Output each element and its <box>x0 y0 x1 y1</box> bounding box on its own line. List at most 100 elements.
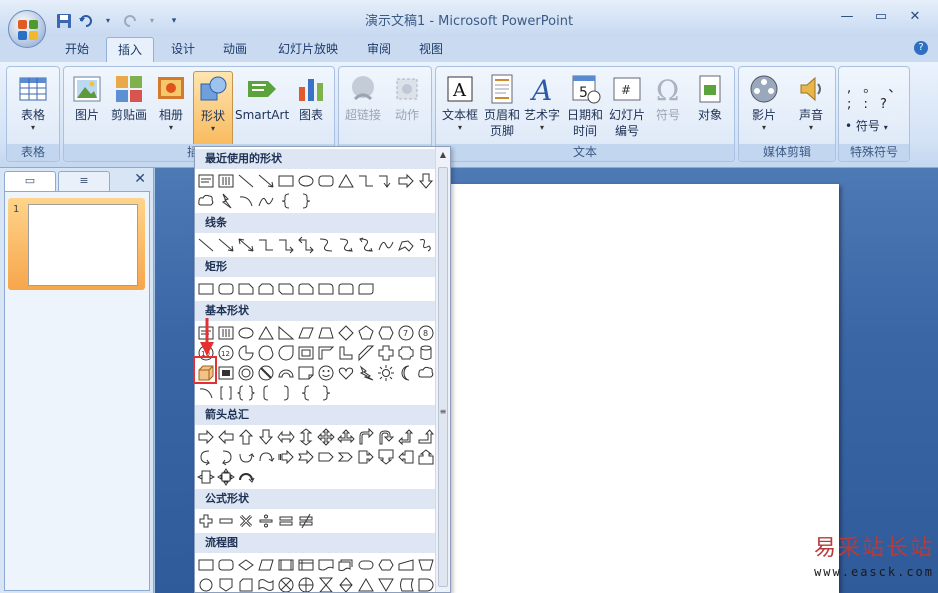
curved-connector-shape-icon[interactable] <box>317 236 335 254</box>
symbol-row-1[interactable]: , 。 、 <box>847 77 905 96</box>
flowchart-card-shape-icon[interactable] <box>237 576 255 593</box>
flowchart-multidocument-shape-icon[interactable] <box>337 556 355 574</box>
left-brace-shape-icon[interactable] <box>277 192 295 210</box>
chart-button[interactable]: 图表 <box>292 71 330 145</box>
right-arrow-shape-icon[interactable] <box>397 172 415 190</box>
scribble-shape-icon[interactable] <box>417 236 435 254</box>
folded-corner-shape-icon[interactable] <box>297 364 315 382</box>
left-arrow-callout-shape-icon[interactable] <box>397 448 415 466</box>
up-arrow-callout-shape-icon[interactable] <box>417 448 435 466</box>
minus-shape-icon[interactable] <box>217 512 235 530</box>
flowchart-connector-shape-icon[interactable] <box>197 576 215 593</box>
snip-corner-rectangle-shape-icon[interactable] <box>237 280 255 298</box>
plaque-shape-icon[interactable] <box>397 344 415 362</box>
flowchart-decision-shape-icon[interactable] <box>237 556 255 574</box>
left-up-arrow-shape-icon[interactable] <box>397 428 415 446</box>
double-bracket-shape-icon[interactable] <box>217 384 235 402</box>
double-arrow-line-shape-icon[interactable] <box>237 236 255 254</box>
vertical-text-box-shape-icon[interactable] <box>217 172 235 190</box>
curved-down-arrow-shape-icon[interactable] <box>257 448 275 466</box>
right-brace-shape-icon[interactable] <box>297 192 315 210</box>
lightning-bolt-shape-icon[interactable] <box>357 364 375 382</box>
line-shape-icon[interactable] <box>237 172 255 190</box>
picture-button[interactable]: 图片 <box>68 71 106 145</box>
quad-arrow-shape-icon[interactable] <box>317 428 335 446</box>
tab-animation[interactable]: 动画 <box>212 37 258 62</box>
flowchart-or-shape-icon[interactable] <box>297 576 315 593</box>
triangle-shape-icon[interactable] <box>337 172 355 190</box>
block-arc-shape-icon[interactable] <box>277 364 295 382</box>
pentagon-arrow-shape-icon[interactable] <box>317 448 335 466</box>
oval-shape-icon[interactable] <box>237 324 255 342</box>
slide-number-button[interactable]: # 幻灯片 编号 <box>606 71 648 145</box>
curved-double-arrow-connector-shape-icon[interactable] <box>357 236 375 254</box>
tab-home[interactable]: 开始 <box>54 37 100 62</box>
flowchart-predefined-process-shape-icon[interactable] <box>277 556 295 574</box>
freeform-shape-icon[interactable] <box>397 236 415 254</box>
round-same-side-rectangle-shape-icon[interactable] <box>337 280 355 298</box>
heptagon-shape-icon[interactable]: 7 <box>397 324 415 342</box>
frame-shape-icon[interactable] <box>297 344 315 362</box>
flowchart-terminator-shape-icon[interactable] <box>357 556 375 574</box>
flowchart-manual-input-shape-icon[interactable] <box>397 556 415 574</box>
textbox-button[interactable]: A 文本框 ▾ <box>438 71 482 145</box>
arc-shape-icon[interactable] <box>237 192 255 210</box>
striped-right-arrow-shape-icon[interactable] <box>277 448 295 466</box>
action-button[interactable]: 动作 <box>387 71 427 145</box>
round-single-corner-rectangle-shape-icon[interactable] <box>317 280 335 298</box>
flowchart-manual-operation-shape-icon[interactable] <box>417 556 435 574</box>
left-right-arrow-callout-shape-icon[interactable] <box>197 468 215 486</box>
line-shape-icon[interactable] <box>197 236 215 254</box>
moon-shape-icon[interactable] <box>397 364 415 382</box>
elbow-arrow-connector-shape-icon[interactable] <box>277 236 295 254</box>
tab-view[interactable]: 视图 <box>408 37 454 62</box>
rectangle-shape-icon[interactable] <box>197 280 215 298</box>
slide-canvas[interactable] <box>449 184 839 593</box>
shapes-scrollbar[interactable]: ▲ ≡ <box>435 147 450 592</box>
pentagon-shape-icon[interactable] <box>357 324 375 342</box>
slide-thumbnail-selected[interactable]: 1 <box>8 198 145 290</box>
tab-design[interactable]: 设计 <box>160 37 206 62</box>
flowchart-extract-shape-icon[interactable] <box>357 576 375 593</box>
bevel-shape-icon[interactable] <box>217 364 235 382</box>
arrow-line-shape-icon[interactable] <box>217 236 235 254</box>
smiley-face-shape-icon[interactable] <box>317 364 335 382</box>
snip-round-rectangle-shape-icon[interactable] <box>297 280 315 298</box>
quad-arrow-callout-shape-icon[interactable] <box>217 468 235 486</box>
curved-up-arrow-shape-icon[interactable] <box>237 448 255 466</box>
left-arrow-shape-icon[interactable] <box>217 428 235 446</box>
flowchart-process-shape-icon[interactable] <box>197 556 215 574</box>
lightning-shape-icon[interactable] <box>217 192 235 210</box>
curved-arrow-connector-shape-icon[interactable] <box>337 236 355 254</box>
flowchart-preparation-shape-icon[interactable] <box>377 556 395 574</box>
sun-shape-icon[interactable] <box>377 364 395 382</box>
rounded-rectangle-shape-icon[interactable] <box>217 280 235 298</box>
sound-button[interactable]: 声音 ▾ <box>789 71 833 145</box>
flowchart-merge-shape-icon[interactable] <box>377 576 395 593</box>
l-shape-icon[interactable] <box>337 344 355 362</box>
arrow-line-shape-icon[interactable] <box>257 172 275 190</box>
down-arrow-shape-icon[interactable] <box>257 428 275 446</box>
plus-shape-icon[interactable] <box>197 512 215 530</box>
elbow-arrow-connector-shape-icon[interactable] <box>377 172 395 190</box>
multiply-shape-icon[interactable] <box>237 512 255 530</box>
elbow-connector-shape-icon[interactable] <box>257 236 275 254</box>
flowchart-sort-shape-icon[interactable] <box>337 576 355 593</box>
divide-shape-icon[interactable] <box>257 512 275 530</box>
triangle-shape-icon[interactable] <box>257 324 275 342</box>
snip-diagonal-rectangle-shape-icon[interactable] <box>277 280 295 298</box>
no-symbol-shape-icon[interactable] <box>257 364 275 382</box>
date-time-button[interactable]: 5 日期和 时间 <box>564 71 606 145</box>
half-frame-shape-icon[interactable] <box>317 344 335 362</box>
tab-review[interactable]: 审阅 <box>356 37 402 62</box>
parallelogram-shape-icon[interactable] <box>297 324 315 342</box>
cloud-shape-icon[interactable] <box>417 364 435 382</box>
left-bracket-shape-icon[interactable] <box>257 384 275 402</box>
oval-shape-icon[interactable] <box>297 172 315 190</box>
tab-slides[interactable]: ▭ <box>4 171 56 191</box>
tab-slideshow[interactable]: 幻灯片放映 <box>266 37 350 62</box>
elbow-double-arrow-connector-shape-icon[interactable] <box>297 236 315 254</box>
heart-shape-icon[interactable] <box>337 364 355 382</box>
header-footer-button[interactable]: 页眉和 页脚 <box>482 71 522 145</box>
circular-arrow-shape-icon[interactable] <box>237 468 255 486</box>
